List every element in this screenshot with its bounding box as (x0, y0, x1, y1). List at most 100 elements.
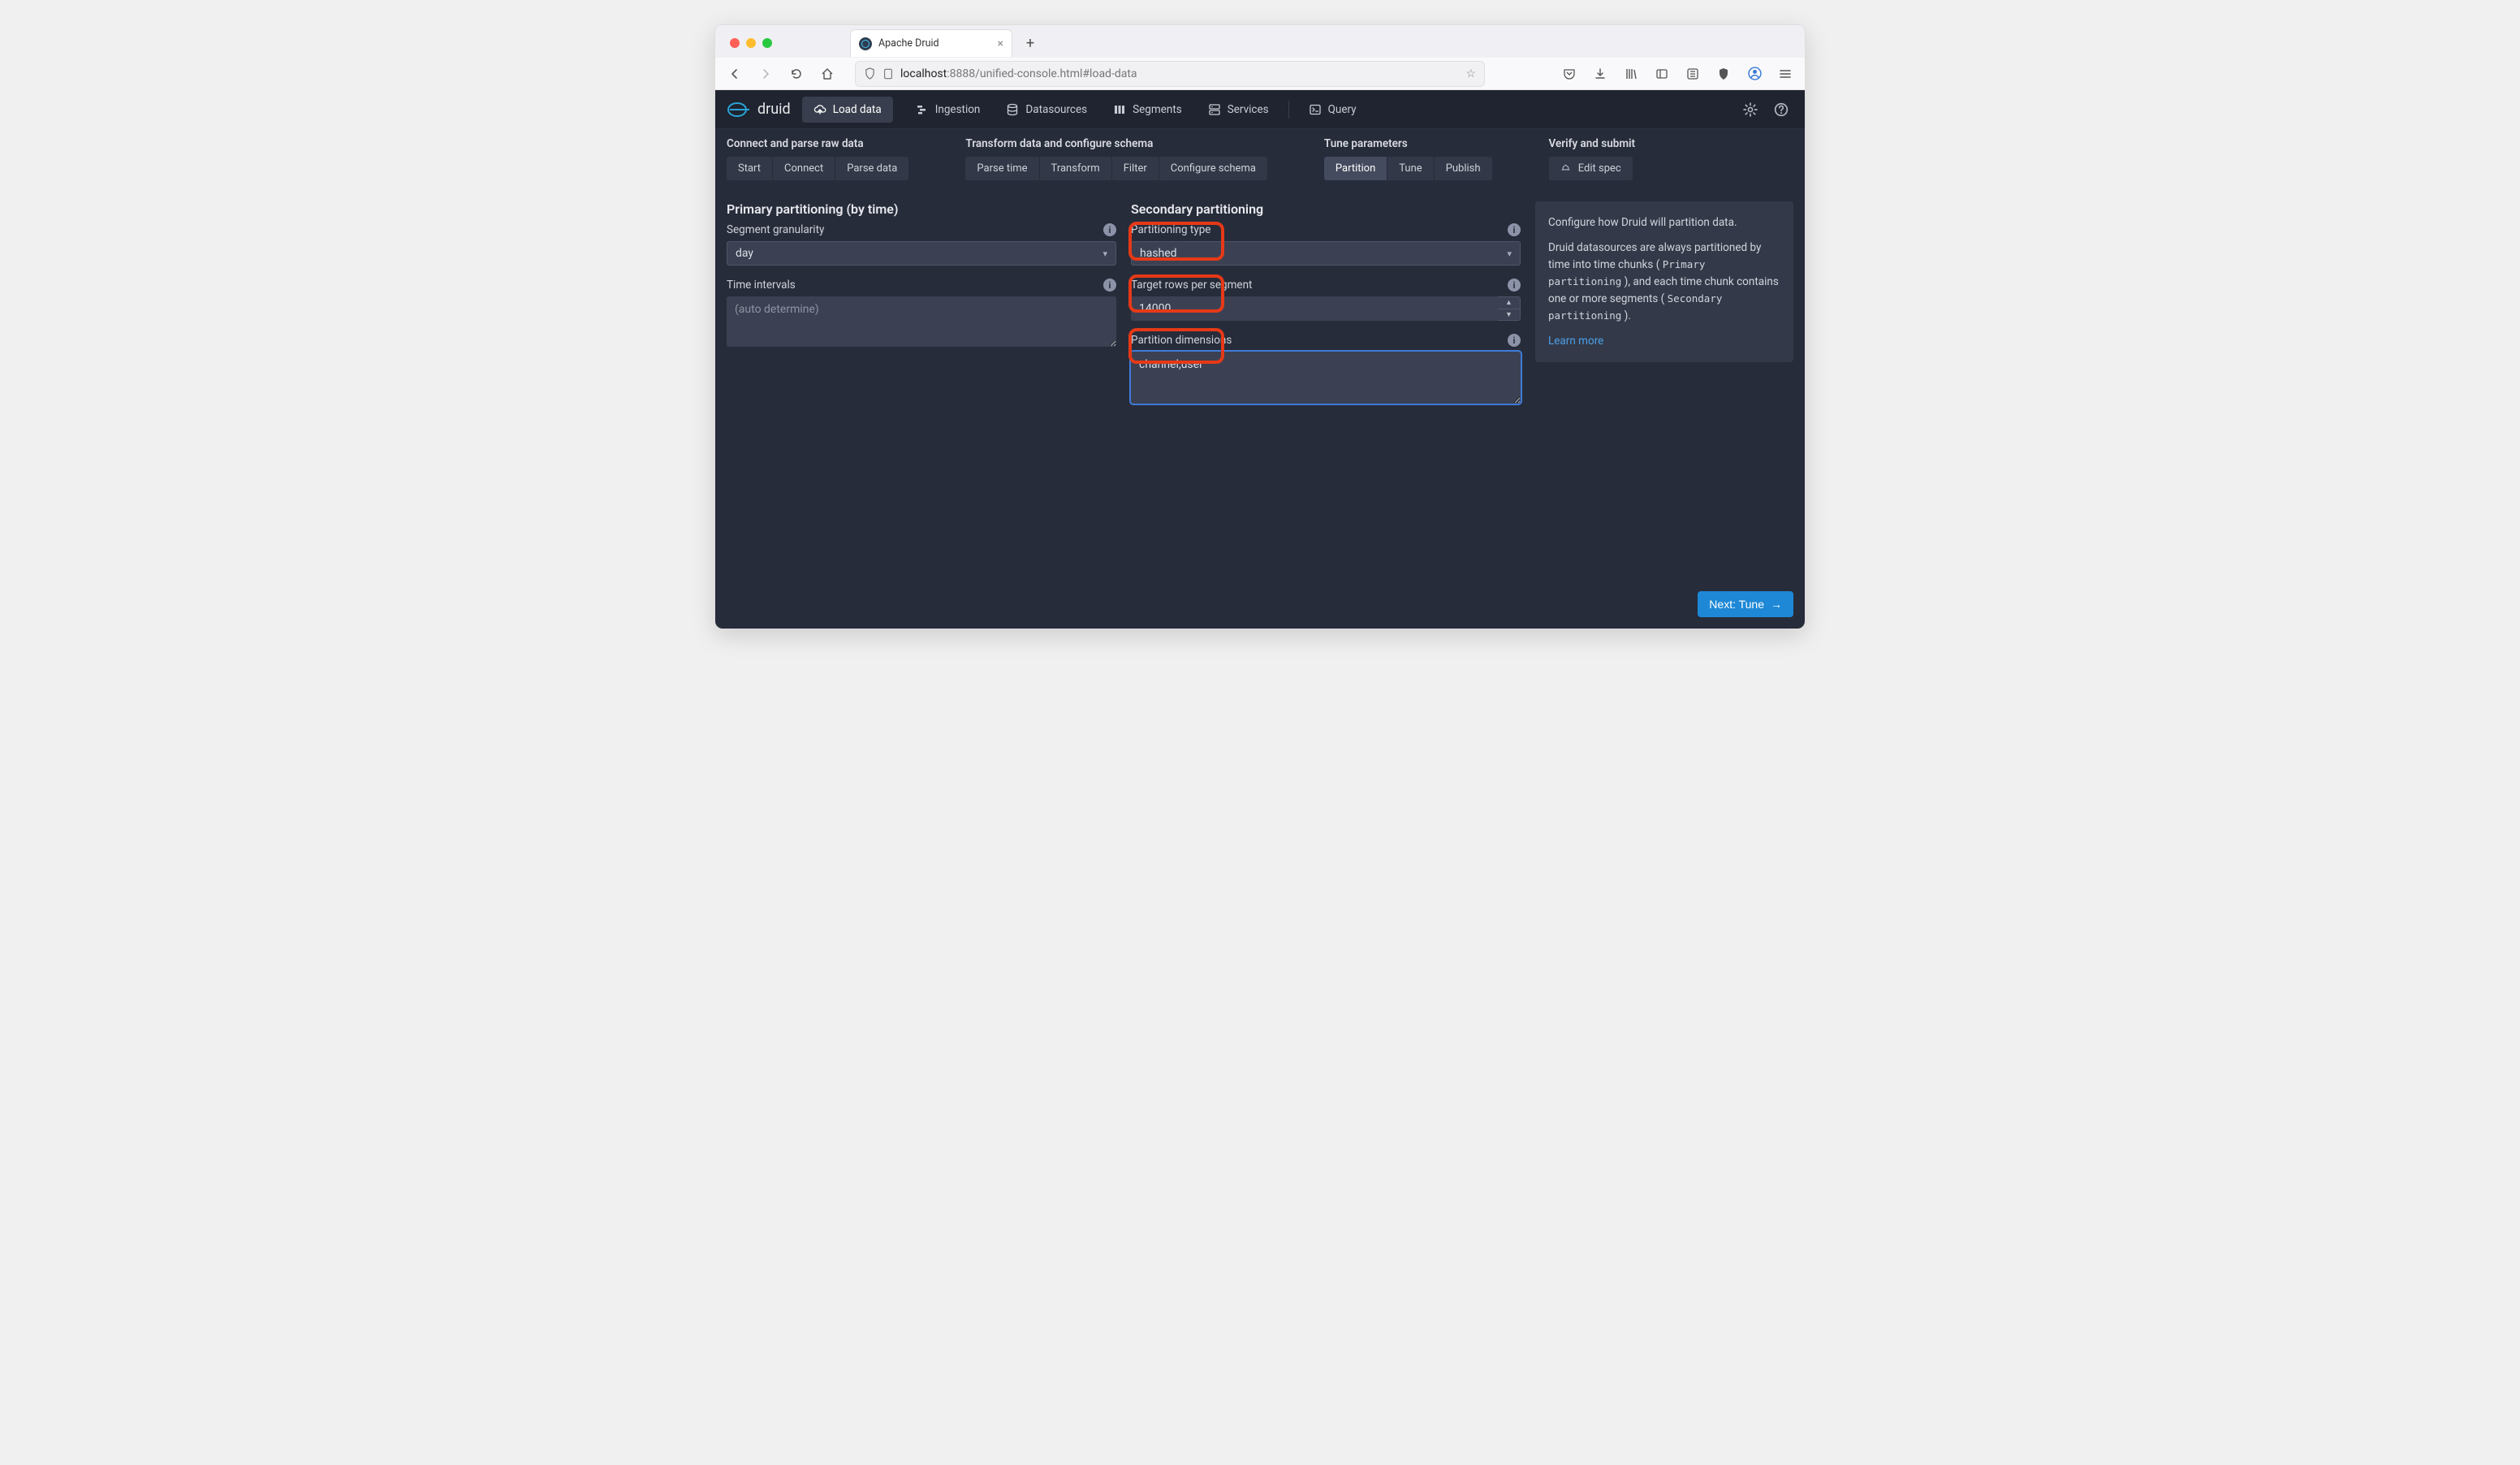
primary-partitioning-panel: Primary partitioning (by time) Segment g… (727, 201, 1116, 580)
ublock-icon[interactable] (1712, 63, 1735, 85)
wizard-step-parse-data[interactable]: Parse data (835, 157, 908, 180)
save-pocket-icon[interactable] (1558, 63, 1581, 85)
info-icon[interactable]: i (1103, 279, 1116, 292)
wizard-step-transform[interactable]: Transform (1040, 157, 1112, 180)
home-button[interactable] (816, 63, 839, 85)
spinner-up-icon[interactable]: ▲ (1498, 297, 1520, 309)
wizard-step-publish[interactable]: Publish (1435, 157, 1492, 180)
next-button[interactable]: Next: Tune → (1698, 591, 1793, 617)
url-text: localhost:8888/unified-console.html#load… (900, 67, 1137, 80)
page-icon (882, 68, 894, 80)
library-icon[interactable] (1620, 63, 1642, 85)
server-icon (1208, 103, 1221, 116)
wizard-bar: Connect and parse raw data Start Connect… (715, 129, 1805, 190)
next-button-label: Next: Tune (1709, 598, 1764, 611)
wizard-step-connect[interactable]: Connect (773, 157, 835, 180)
window-maximize-icon[interactable] (762, 38, 772, 48)
partitioning-type-select[interactable]: hashed (1131, 241, 1521, 266)
tab-close-icon[interactable]: × (998, 37, 1003, 50)
nav-services[interactable]: Services (1197, 97, 1280, 123)
info-icon[interactable]: i (1508, 279, 1521, 292)
wizard-group-title: Tune parameters (1324, 137, 1492, 150)
help-panel: Configure how Druid will partition data.… (1535, 201, 1793, 362)
learn-more-link[interactable]: Learn more (1548, 335, 1603, 348)
shield-icon (864, 67, 876, 80)
help-column: Configure how Druid will partition data.… (1535, 201, 1793, 580)
window-close-icon[interactable] (730, 38, 740, 48)
reload-button[interactable] (785, 63, 808, 85)
app-header: druid Load data Ingestion Datasources Se… (715, 90, 1805, 129)
forward-button (754, 63, 777, 85)
number-spinners: ▲ ▼ (1498, 296, 1521, 321)
toolbar-right (1558, 63, 1797, 85)
target-rows-label: Target rows per segment (1131, 279, 1252, 292)
partitioning-type-value: hashed (1140, 247, 1177, 260)
help-text: Druid datasources are always partitioned… (1548, 240, 1780, 325)
nav-load-data-label: Load data (833, 103, 882, 116)
help-text: Configure how Druid will partition data. (1548, 214, 1780, 231)
info-icon[interactable]: i (1103, 223, 1116, 236)
info-icon[interactable]: i (1508, 334, 1521, 347)
settings-icon[interactable] (1738, 97, 1763, 122)
nav-services-label: Services (1228, 103, 1269, 116)
wizard-step-filter[interactable]: Filter (1112, 157, 1159, 180)
secondary-partitioning-panel: Secondary partitioning Partitioning type… (1131, 201, 1521, 580)
field-segment-granularity: Segment granularity i day (727, 223, 1116, 266)
nav-query-label: Query (1328, 103, 1357, 116)
secondary-title: Secondary partitioning (1131, 201, 1521, 217)
tab-strip: Apache Druid × + (715, 25, 1805, 58)
browser-window: Apache Druid × + localhost:8888/unified-… (714, 24, 1806, 629)
wizard-group-title: Transform data and configure schema (965, 137, 1267, 150)
partitioning-type-label: Partitioning type (1131, 223, 1210, 236)
nav-ingestion[interactable]: Ingestion (904, 97, 992, 123)
database-icon (1006, 103, 1019, 116)
nav-separator (1288, 101, 1289, 119)
wizard-step-edit-spec[interactable]: Edit spec (1549, 157, 1633, 180)
field-time-intervals: Time intervals i (727, 279, 1116, 350)
favicon-icon (859, 37, 872, 50)
spinner-down-icon[interactable]: ▼ (1498, 309, 1520, 321)
nav-datasources-label: Datasources (1025, 103, 1087, 116)
browser-tab[interactable]: Apache Druid × (850, 29, 1012, 57)
target-rows-input[interactable] (1131, 296, 1498, 321)
nav-datasources[interactable]: Datasources (995, 97, 1098, 123)
app-menu-icon[interactable] (1774, 63, 1797, 85)
wizard-step-configure[interactable]: Configure schema (1159, 157, 1267, 180)
sidebar-toggle-icon[interactable] (1651, 63, 1673, 85)
wizard-step-start[interactable]: Start (727, 157, 773, 180)
nav-load-data[interactable]: Load data (802, 97, 893, 123)
wizard-group-title: Connect and parse raw data (727, 137, 908, 150)
help-icon[interactable] (1769, 97, 1793, 122)
url-bar[interactable]: localhost:8888/unified-console.html#load… (855, 61, 1485, 87)
segments-icon (1113, 103, 1126, 116)
field-partitioning-type: Partitioning type i hashed (1131, 223, 1521, 266)
time-intervals-label: Time intervals (727, 279, 796, 292)
druid-logo[interactable]: druid (727, 101, 791, 119)
info-icon[interactable]: i (1508, 223, 1521, 236)
wizard-step-parse-time[interactable]: Parse time (965, 157, 1039, 180)
segment-granularity-select[interactable]: day (727, 241, 1116, 266)
back-button[interactable] (723, 63, 746, 85)
wizard-group-tune: Tune parameters Partition Tune Publish (1324, 137, 1492, 180)
primary-title: Primary partitioning (by time) (727, 201, 1116, 217)
profile-icon[interactable] (1743, 63, 1766, 85)
nav-ingestion-label: Ingestion (935, 103, 981, 116)
nav-query[interactable]: Query (1297, 97, 1368, 123)
wizard-step-partition[interactable]: Partition (1324, 157, 1387, 180)
partition-dimensions-input[interactable]: channel,user (1131, 352, 1521, 404)
wizard-group-verify: Verify and submit Edit spec (1549, 137, 1636, 180)
wizard-step-tune[interactable]: Tune (1387, 157, 1434, 180)
downloads-icon[interactable] (1589, 63, 1612, 85)
time-intervals-input[interactable] (727, 296, 1116, 347)
gantt-icon (916, 103, 929, 116)
nav-segments-label: Segments (1133, 103, 1182, 116)
bookmark-star-icon[interactable]: ☆ (1465, 67, 1476, 80)
segment-granularity-label: Segment granularity (727, 223, 824, 236)
tab-title: Apache Druid (878, 37, 939, 50)
edit-icon (1560, 162, 1573, 175)
nav-segments[interactable]: Segments (1102, 97, 1193, 123)
field-partition-dimensions: Partition dimensions i channel,user (1131, 334, 1521, 407)
new-tab-button[interactable]: + (1019, 32, 1042, 54)
extension-icon-1[interactable] (1681, 63, 1704, 85)
window-minimize-icon[interactable] (746, 38, 756, 48)
